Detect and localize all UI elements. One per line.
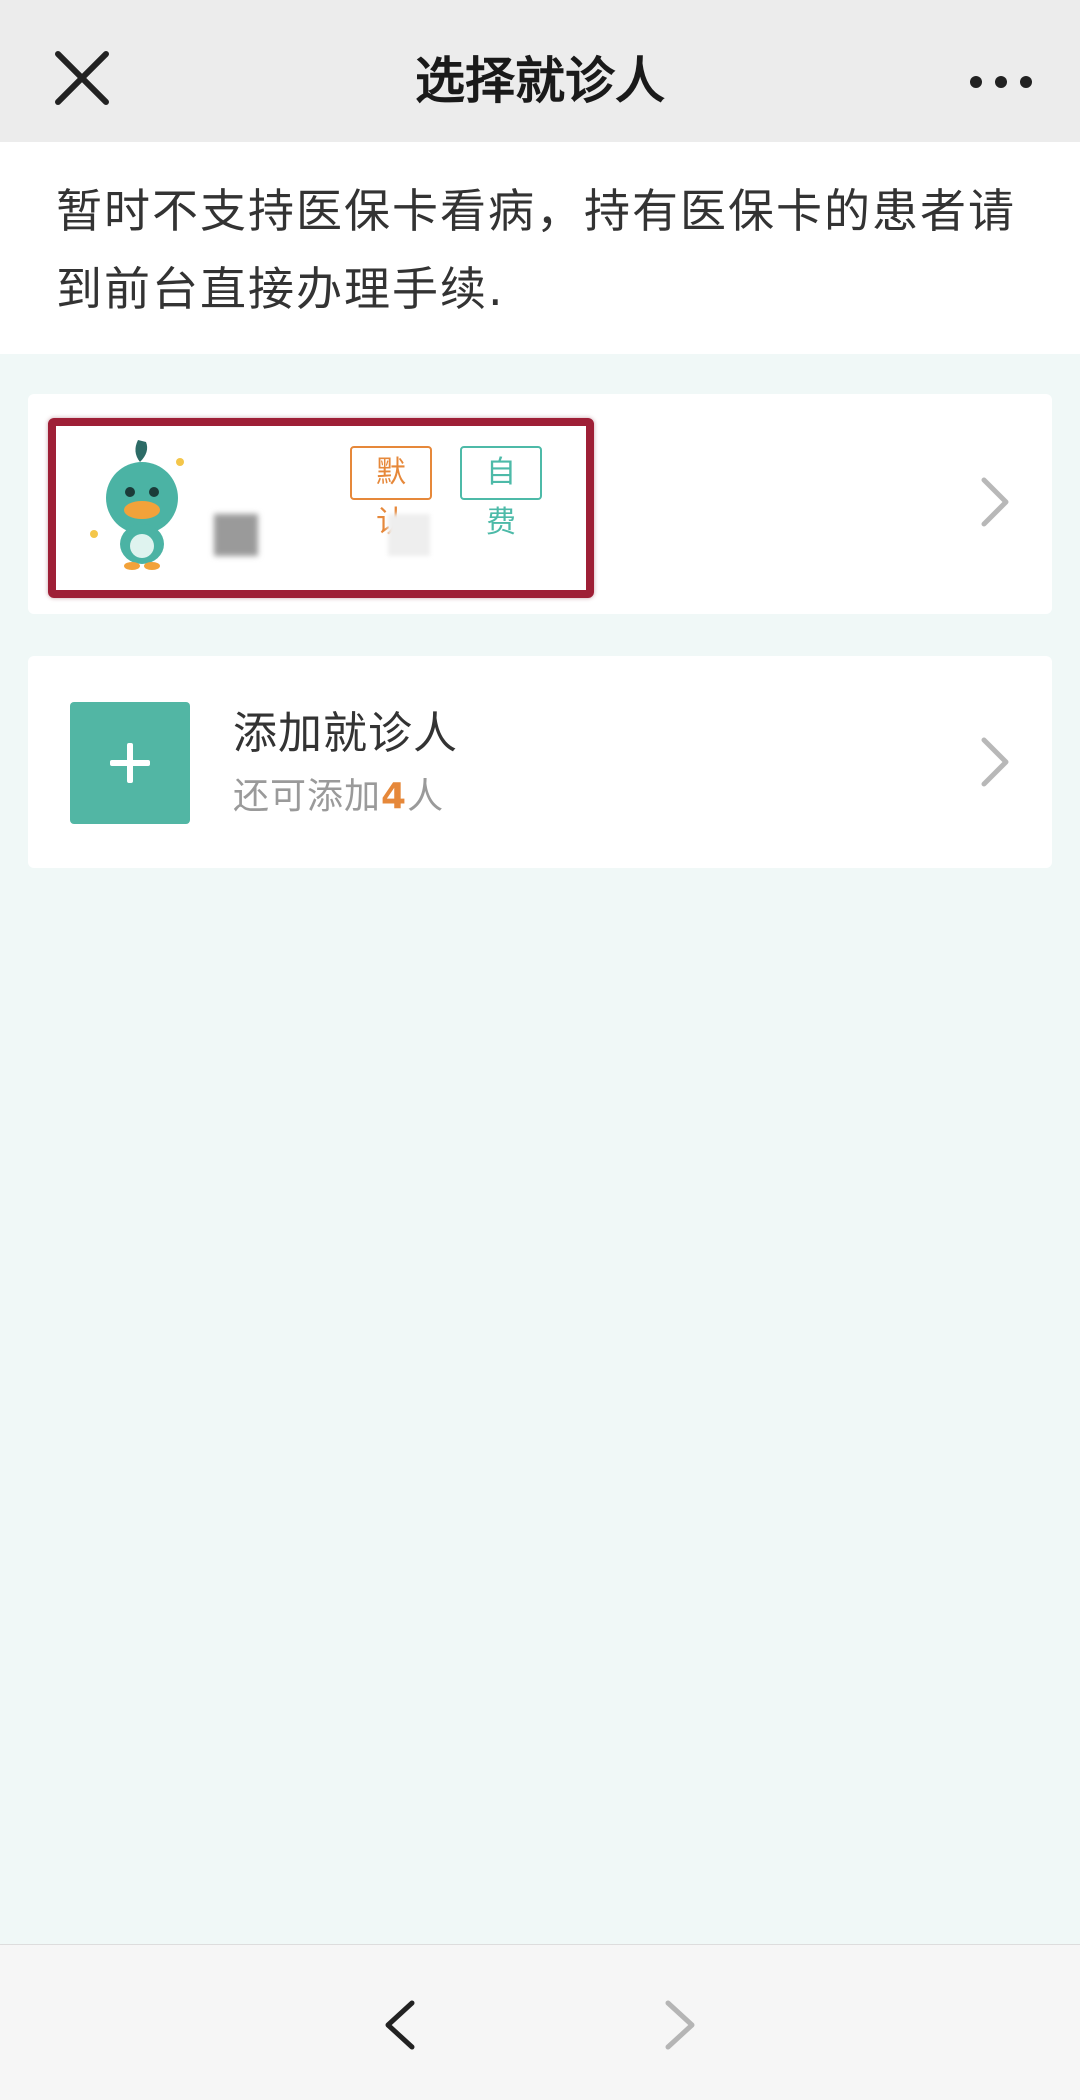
add-subtitle-prefix: 还可添加 bbox=[233, 776, 382, 817]
chevron-right-icon bbox=[981, 477, 1009, 527]
remaining-count: 4 bbox=[381, 776, 408, 817]
forward-chevron-icon[interactable] bbox=[660, 1997, 700, 2053]
notice-panel: 暂时不支持医保卡看病，持有医保卡的患者请到前台直接办理手续. bbox=[0, 142, 1080, 354]
default-tag: 默认 bbox=[350, 446, 432, 540]
add-subtitle-suffix: 人 bbox=[407, 776, 445, 817]
page-title: 选择就诊人 bbox=[415, 52, 665, 110]
header-bar: 选择就诊人 bbox=[0, 0, 1080, 142]
more-icon[interactable] bbox=[966, 62, 1036, 102]
patient-card[interactable]: 默认 自费 bbox=[28, 394, 1052, 614]
page: 选择就诊人 暂时不支持医保卡看病，持有医保卡的患者请到前台直接办理手续. 默 自… bbox=[0, 0, 1080, 2100]
plus-icon bbox=[70, 702, 190, 824]
redacted-name bbox=[214, 514, 258, 556]
self-pay-tag: 自费 bbox=[460, 446, 542, 540]
chevron-left-icon[interactable] bbox=[380, 1997, 420, 2053]
add-patient-card[interactable]: 添加就诊人 还可添加4人 bbox=[28, 656, 1052, 868]
notice-text: 暂时不支持医保卡看病，持有医保卡的患者请到前台直接办理手续. bbox=[56, 184, 1016, 316]
chevron-right-icon bbox=[981, 737, 1009, 787]
duck-avatar-icon bbox=[90, 440, 184, 570]
bottom-nav-bar bbox=[0, 1944, 1080, 2100]
add-patient-subtitle: 还可添加4人 bbox=[233, 772, 444, 822]
redacted-info bbox=[388, 514, 430, 556]
add-patient-title: 添加就诊人 bbox=[233, 708, 458, 759]
